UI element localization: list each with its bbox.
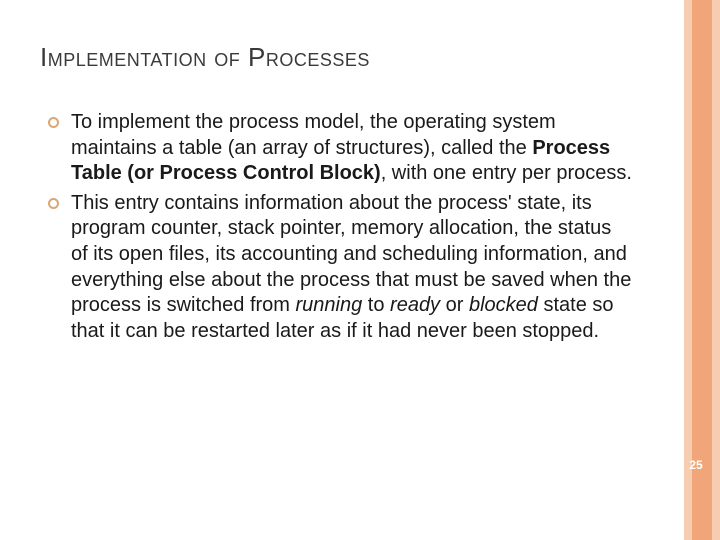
bullet-text: To implement the process model, the oper… xyxy=(71,110,632,187)
text-run: , with one entry per process. xyxy=(381,162,632,184)
text-run: or xyxy=(440,294,469,316)
bullet-icon xyxy=(48,198,59,209)
slide-content: To implement the process model, the oper… xyxy=(48,110,632,348)
bullet-icon xyxy=(48,117,59,128)
text-italic: blocked xyxy=(469,294,538,316)
slide: Implementation of Processes To implement… xyxy=(0,0,720,540)
bullet-text: This entry contains information about th… xyxy=(71,191,632,345)
list-item: This entry contains information about th… xyxy=(48,191,632,345)
list-item: To implement the process model, the oper… xyxy=(48,110,632,187)
slide-title: Implementation of Processes xyxy=(40,42,370,73)
text-run: To implement the process model, the oper… xyxy=(71,111,556,159)
text-italic: ready xyxy=(390,294,440,316)
text-italic: running xyxy=(296,294,363,316)
page-number: 25 xyxy=(686,458,706,472)
text-run: to xyxy=(362,294,390,316)
